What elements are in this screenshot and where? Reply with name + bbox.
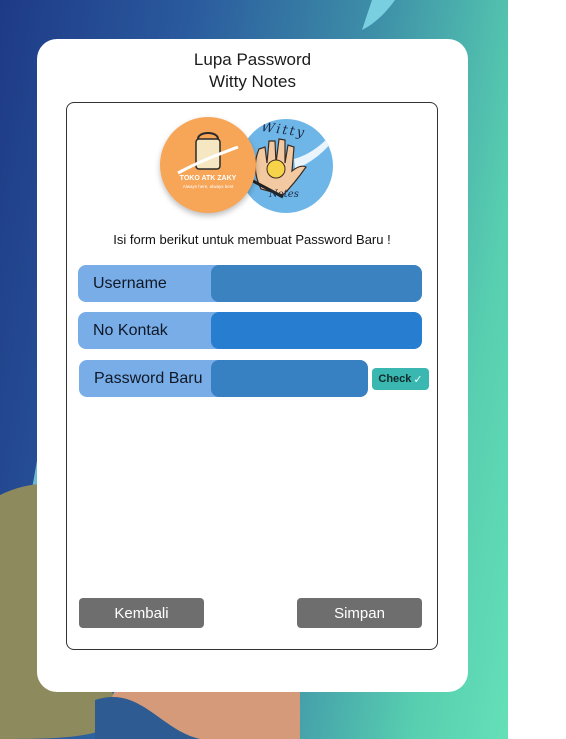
form-instruction: Isi form berikut untuk membuat Password … — [113, 232, 391, 247]
form-panel: Witty Notes TOKO ATK ZAKY Always here, a… — [66, 102, 438, 650]
contact-field: No Kontak — [78, 312, 422, 349]
username-input[interactable] — [211, 265, 422, 302]
toko-atk-zaky-logo: TOKO ATK ZAKY Always here, always best — [160, 117, 256, 213]
contact-input[interactable] — [211, 312, 422, 349]
reset-password-card: Lupa Password Witty Notes Witty Notes TO… — [37, 39, 468, 692]
check-button[interactable]: Check ✓ — [372, 368, 429, 390]
new-password-field: Password Baru — [79, 360, 368, 397]
toko-logo-tagline: Always here, always best — [182, 184, 234, 189]
back-button[interactable]: Kembali — [79, 598, 204, 628]
username-label: Username — [93, 275, 167, 292]
new-password-input[interactable] — [211, 360, 368, 397]
notes-logo-text: Notes — [269, 189, 299, 200]
app-name: Witty Notes — [209, 72, 296, 91]
toko-logo-name: TOKO ATK ZAKY — [179, 175, 237, 182]
checkmark-icon: ✓ — [413, 373, 423, 386]
contact-label: No Kontak — [93, 322, 168, 339]
check-button-label: Check — [378, 373, 412, 385]
screen: Lupa Password Witty Notes Witty Notes TO… — [0, 0, 566, 739]
page-title: Lupa Password — [193, 50, 312, 69]
save-button[interactable]: Simpan — [297, 598, 422, 628]
new-password-label: Password Baru — [94, 370, 203, 387]
shopping-bag-icon — [177, 132, 239, 175]
username-field: Username — [78, 265, 422, 302]
